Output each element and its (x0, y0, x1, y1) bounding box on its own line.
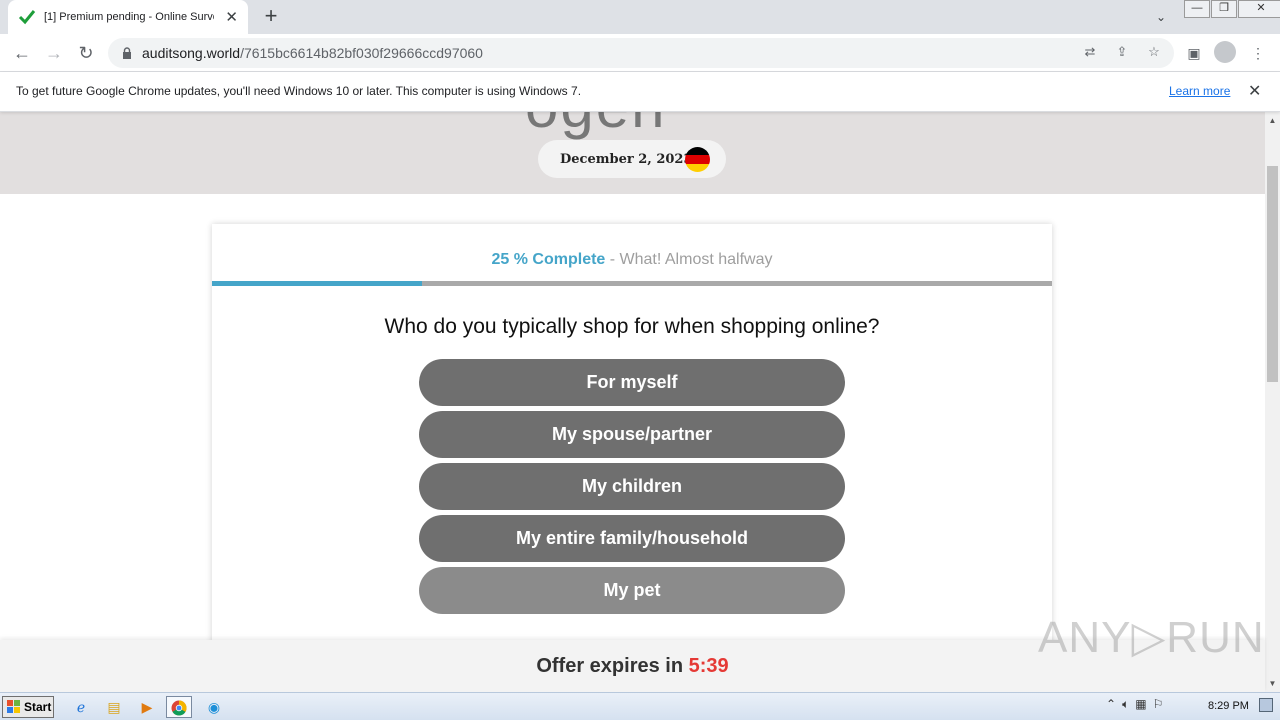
progress-label: 25 % Complete - What! Almost halfway (212, 251, 1052, 269)
answer-button-pet[interactable]: My pet (419, 567, 845, 614)
url-text: auditsong.world/7615bc6614b82bf030f29666… (142, 45, 483, 61)
system-tray: ⌃ 🔈︎ ▦ ⚐ (1106, 697, 1163, 712)
answer-list: For myself My spouse/partner My children… (419, 359, 845, 619)
file-explorer-icon[interactable]: ▤ (101, 696, 127, 718)
menu-kebab-icon[interactable]: ⋮ (1246, 41, 1270, 65)
progress-subtext: - What! Almost halfway (605, 251, 773, 268)
windows-taskbar: Start ℯ ▤ ▶ ◉ ⌃ 🔈︎ ▦ ⚐ 8:29 PM (0, 692, 1280, 720)
lock-icon (123, 47, 131, 59)
flag-stripe-gold (685, 163, 710, 172)
page-header: ogen December 2, 2023 (0, 112, 1265, 194)
side-panel-icon[interactable]: ▣ (1182, 41, 1206, 65)
start-label: Start (24, 700, 52, 714)
page-scrollbar[interactable]: ▲ ▼ (1265, 112, 1280, 692)
survey-card: 25 % Complete - What! Almost halfway Who… (212, 224, 1052, 692)
chrome-logo-icon (171, 700, 187, 716)
offer-text: Offer expires in (536, 655, 689, 677)
windows-logo-icon (7, 700, 20, 713)
reload-icon[interactable]: ↻ (74, 41, 98, 65)
window-controls: — ❐ ✕ (1183, 0, 1280, 18)
scroll-up-arrow-icon[interactable]: ▲ (1265, 112, 1280, 129)
translate-icon[interactable]: ⇄ (1080, 42, 1100, 62)
checkmark-icon (18, 10, 36, 25)
start-button[interactable]: Start (2, 696, 54, 718)
tab-strip: [1] Premium pending - Online Survey ✕ + … (0, 0, 1280, 34)
browser-tab[interactable]: [1] Premium pending - Online Survey ✕ (8, 0, 248, 34)
taskbar-clock[interactable]: 8:29 PM (1208, 700, 1249, 712)
scroll-down-arrow-icon[interactable]: ▼ (1265, 675, 1280, 692)
learn-more-link[interactable]: Learn more (1169, 84, 1230, 98)
minimize-button[interactable]: — (1184, 0, 1210, 18)
flag-stripe-black (685, 147, 710, 156)
restore-button[interactable]: ❐ (1211, 0, 1237, 18)
infobar-message: To get future Google Chrome updates, you… (16, 84, 582, 98)
close-window-button[interactable]: ✕ (1238, 0, 1280, 18)
forward-arrow-icon[interactable]: → (42, 41, 66, 65)
flag-stripe-red (685, 155, 710, 164)
answer-button-spouse[interactable]: My spouse/partner (419, 411, 845, 458)
infobar-close-icon[interactable]: ✕ (1248, 81, 1261, 101)
update-infobar: To get future Google Chrome updates, you… (0, 72, 1280, 112)
url-domain: auditsong.world (142, 45, 241, 61)
date-pill: December 2, 2023 (538, 140, 726, 178)
answer-button-children[interactable]: My children (419, 463, 845, 510)
tab-title: [1] Premium pending - Online Survey (44, 11, 214, 23)
volume-icon[interactable]: 🔈︎ (1122, 697, 1129, 712)
progress-percent: 25 % Complete (491, 251, 606, 268)
survey-question: Who do you typically shop for when shopp… (384, 315, 880, 338)
network-icon[interactable]: ▦ (1135, 697, 1146, 712)
answer-button-family[interactable]: My entire family/household (419, 515, 845, 562)
media-player-icon[interactable]: ▶ (134, 696, 160, 718)
internet-explorer-icon[interactable]: ℯ (68, 696, 94, 718)
page-content: ogen December 2, 2023 25 % Complete - Wh… (0, 112, 1265, 692)
tab-close-icon[interactable]: ✕ (225, 8, 238, 26)
offer-timer: 5:39 (688, 655, 729, 677)
tab-search-icon[interactable]: ⌄ (1150, 6, 1172, 28)
site-logo: ogen (525, 112, 666, 141)
bookmark-star-icon[interactable]: ☆ (1144, 42, 1164, 62)
url-path: /7615bc6614b82bf030f29666ccd97060 (240, 45, 483, 61)
action-center-flag-icon[interactable]: ⚐ (1153, 697, 1164, 712)
back-arrow-icon[interactable]: ← (10, 41, 34, 65)
survey-date: December 2, 2023 (560, 151, 693, 167)
profile-avatar-icon[interactable] (1214, 41, 1236, 63)
germany-flag-icon (685, 147, 710, 172)
new-tab-button[interactable]: + (258, 4, 284, 30)
progress-bar-fill (212, 281, 422, 286)
answer-button-myself[interactable]: For myself (419, 359, 845, 406)
chrome-taskbar-icon[interactable] (166, 696, 192, 718)
address-bar[interactable]: auditsong.world/7615bc6614b82bf030f29666… (108, 38, 1174, 68)
show-desktop-button[interactable] (1259, 698, 1273, 712)
browser-toolbar: ← → ↻ auditsong.world/7615bc6614b82bf030… (0, 34, 1280, 72)
tray-expand-icon[interactable]: ⌃ (1106, 697, 1116, 712)
scrollbar-thumb[interactable] (1267, 166, 1278, 382)
edge-icon[interactable]: ◉ (201, 696, 227, 718)
progress-bar (212, 281, 1052, 286)
share-icon[interactable]: ⇪ (1112, 42, 1132, 62)
anyrun-watermark: ANY▷RUN (1038, 613, 1265, 662)
